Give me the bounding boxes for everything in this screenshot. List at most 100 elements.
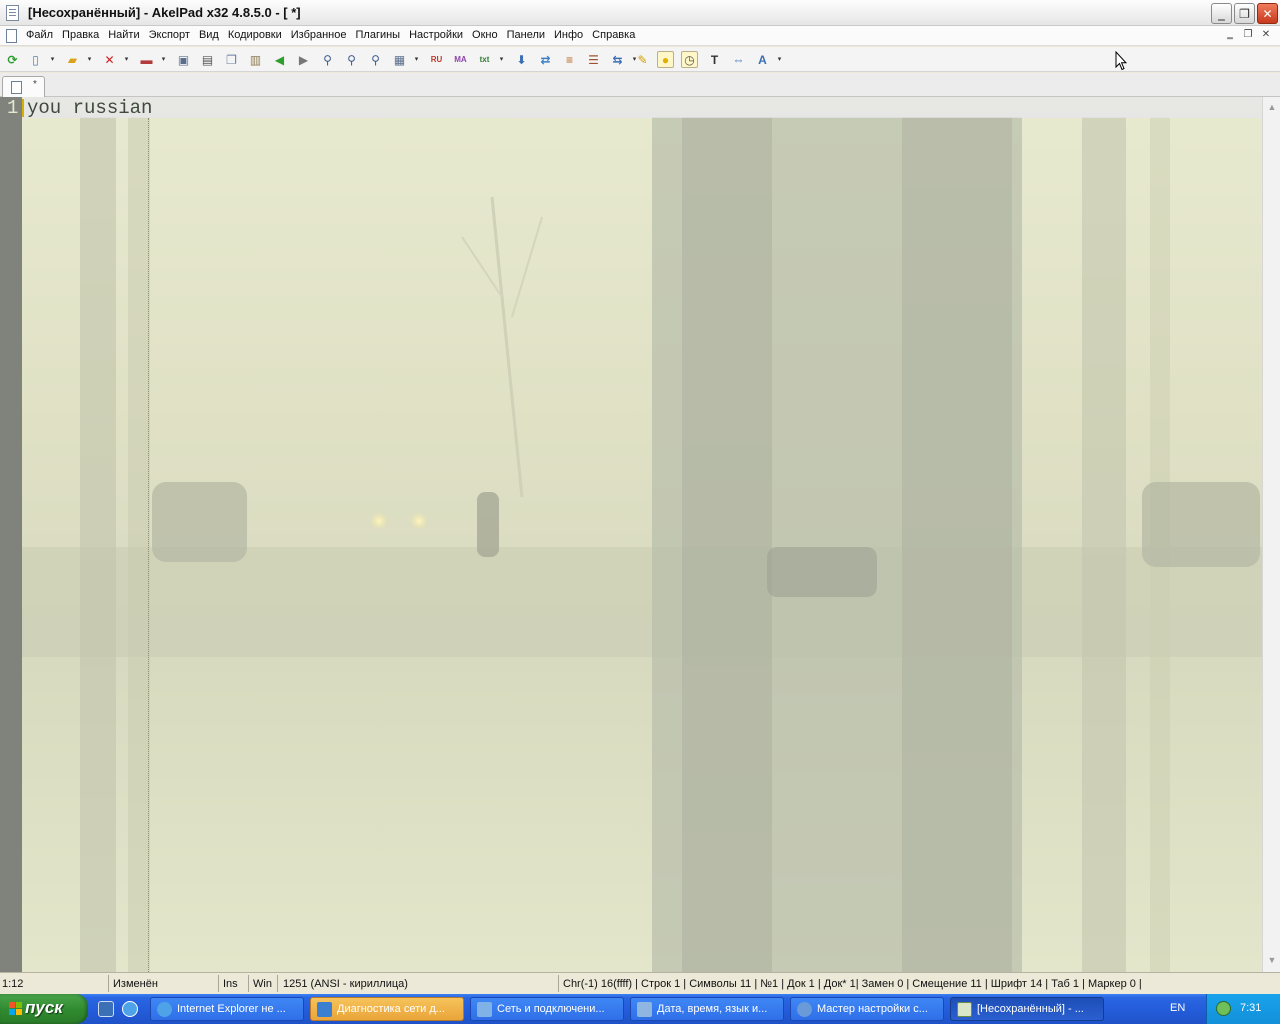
taskbar-item-akelpad[interactable]: [Несохранённый] - ... bbox=[950, 997, 1104, 1021]
menu-encodings[interactable]: Кодировки bbox=[226, 26, 289, 46]
convert-icon[interactable]: ⇄ bbox=[537, 51, 554, 68]
language-indicator[interactable]: EN bbox=[1170, 1002, 1185, 1014]
scroll-up-icon[interactable]: ▲ bbox=[1265, 99, 1279, 115]
document-system-menu-icon[interactable] bbox=[6, 29, 17, 43]
text-caret bbox=[22, 99, 24, 117]
control-panel-icon bbox=[637, 1002, 652, 1017]
package-icon[interactable]: ▬ bbox=[138, 51, 155, 68]
menu-favorites[interactable]: Избранное bbox=[289, 26, 354, 46]
new-file-icon[interactable]: ▯ bbox=[27, 51, 44, 68]
open-folder-icon[interactable]: ▰ bbox=[64, 51, 81, 68]
document-tab-label: * bbox=[33, 79, 37, 90]
font-icon[interactable]: A bbox=[754, 51, 771, 68]
document-tab-bar: * bbox=[0, 73, 1280, 97]
stack-icon[interactable]: ☰ bbox=[585, 51, 602, 68]
menu-info[interactable]: Инфо bbox=[552, 26, 590, 46]
text-icon[interactable]: T bbox=[706, 51, 723, 68]
current-line-highlight bbox=[22, 97, 1262, 118]
minimize-button[interactable]: ‗ bbox=[1211, 3, 1232, 24]
delete-dropdown-icon[interactable]: ▾ bbox=[123, 51, 130, 68]
menu-help[interactable]: Справка bbox=[590, 26, 642, 46]
status-separator bbox=[558, 975, 559, 992]
window-title: [Несохранённый] - AkelPad x32 4.8.5.0 - … bbox=[28, 5, 301, 20]
download-icon[interactable]: ⬇ bbox=[513, 51, 530, 68]
taskbar-item-date-time[interactable]: Дата, время, язык и... bbox=[630, 997, 784, 1021]
clock-icon[interactable]: ◷ bbox=[681, 51, 698, 68]
taskbar-item-ie[interactable]: Internet Explorer не ... bbox=[150, 997, 304, 1021]
bulb-icon[interactable]: ● bbox=[657, 51, 674, 68]
format-icon[interactable]: txt bbox=[476, 51, 493, 68]
vertical-scrollbar[interactable]: ▲ ▼ bbox=[1262, 97, 1280, 972]
replace-regex-icon[interactable]: ⚲ bbox=[367, 51, 384, 68]
new-file-dropdown-icon[interactable]: ▾ bbox=[49, 51, 56, 68]
menu-window[interactable]: Окно bbox=[470, 26, 505, 46]
start-button[interactable]: пуск bbox=[0, 994, 88, 1024]
windows-taskbar: пуск Internet Explorer не ... Диагностик… bbox=[0, 994, 1280, 1024]
menu-file[interactable]: Файл bbox=[24, 26, 60, 46]
clock[interactable]: 7:31 bbox=[1240, 1002, 1261, 1014]
status-encoding[interactable]: 1251 (ANSI - кириллица) bbox=[283, 978, 408, 990]
window-split-dropdown-icon[interactable]: ▾ bbox=[413, 51, 420, 68]
taskbar-item-network-connections[interactable]: Сеть и подключени... bbox=[470, 997, 624, 1021]
window-split-icon[interactable]: ▦ bbox=[391, 51, 408, 68]
scroll-down-icon[interactable]: ▼ bbox=[1265, 952, 1279, 968]
windows-flag-icon bbox=[9, 1002, 23, 1016]
text-editor-area[interactable]: you russian bbox=[22, 97, 1262, 972]
package-dropdown-icon[interactable]: ▾ bbox=[160, 51, 167, 68]
status-info: Chr(-1) 16(ffff) | Строк 1 | Символы 11 … bbox=[563, 978, 1142, 990]
print-icon[interactable]: ▤ bbox=[199, 51, 216, 68]
network-connections-icon bbox=[477, 1002, 492, 1017]
menu-export[interactable]: Экспорт bbox=[147, 26, 197, 46]
ie-quicklaunch-icon[interactable] bbox=[122, 1001, 138, 1017]
resize-icon[interactable]: ⇔ bbox=[730, 51, 747, 68]
menu-settings[interactable]: Настройки bbox=[407, 26, 470, 46]
mdi-minimize-button[interactable]: ‗ bbox=[1224, 29, 1236, 41]
menu-view[interactable]: Вид bbox=[197, 26, 226, 46]
refresh-icon[interactable]: ⟳ bbox=[4, 51, 21, 68]
menu-plugins[interactable]: Плагины bbox=[354, 26, 408, 46]
document-tab-icon bbox=[11, 81, 22, 94]
taskbar-item-wizard[interactable]: Мастер настройки с... bbox=[790, 997, 944, 1021]
pencil-icon[interactable]: ✎ bbox=[634, 51, 651, 68]
settings-window-icon[interactable]: ▣ bbox=[175, 51, 192, 68]
menu-find[interactable]: Найти bbox=[106, 26, 146, 46]
case-icon[interactable]: MA bbox=[452, 51, 469, 68]
swap-icon[interactable]: ⇆ bbox=[609, 51, 626, 68]
mdi-close-button[interactable]: ✕ bbox=[1260, 29, 1272, 41]
paste-icon[interactable]: ▥ bbox=[247, 51, 264, 68]
taskbar-item-network-diagnostics[interactable]: Диагностика сети д... bbox=[310, 997, 464, 1021]
forward-arrow-icon[interactable]: ▶ bbox=[295, 51, 312, 68]
title-bar[interactable]: [Несохранённый] - AkelPad x32 4.8.5.0 - … bbox=[0, 0, 1280, 26]
sort-icon[interactable]: ≡ bbox=[561, 51, 578, 68]
foggy-street-background-image bbox=[22, 97, 1262, 972]
document-tab[interactable]: * bbox=[2, 76, 45, 97]
editor-text-line[interactable]: you russian bbox=[27, 97, 152, 119]
font-dropdown-icon[interactable]: ▾ bbox=[776, 51, 783, 68]
restore-button[interactable]: ❐ bbox=[1234, 3, 1255, 24]
status-insert-mode[interactable]: Ins bbox=[223, 978, 238, 990]
format-dropdown-icon[interactable]: ▾ bbox=[498, 51, 505, 68]
show-desktop-icon[interactable] bbox=[98, 1001, 114, 1017]
status-newline[interactable]: Win bbox=[253, 978, 272, 990]
akelpad-app-icon[interactable] bbox=[6, 5, 19, 21]
taskbar-item-label: Мастер настройки с... bbox=[817, 1003, 928, 1015]
menu-panels[interactable]: Панели bbox=[505, 26, 552, 46]
copy-icon[interactable]: ❐ bbox=[223, 51, 240, 68]
find-next-icon[interactable]: ⚲ bbox=[343, 51, 360, 68]
line-number: 1 bbox=[7, 97, 19, 119]
close-button[interactable]: ✕ bbox=[1257, 3, 1278, 24]
taskbar-item-label: Дата, время, язык и... bbox=[657, 1003, 768, 1015]
delete-icon[interactable]: ✕ bbox=[101, 51, 118, 68]
menu-edit[interactable]: Правка bbox=[60, 26, 106, 46]
find-icon[interactable]: ⚲ bbox=[319, 51, 336, 68]
network-tray-icon[interactable] bbox=[1216, 1001, 1231, 1016]
status-separator bbox=[277, 975, 278, 992]
mdi-restore-button[interactable]: ❐ bbox=[1242, 29, 1254, 41]
status-separator bbox=[108, 975, 109, 992]
translit-icon[interactable]: RU bbox=[428, 51, 445, 68]
open-folder-dropdown-icon[interactable]: ▾ bbox=[86, 51, 93, 68]
back-arrow-icon[interactable]: ◀ bbox=[271, 51, 288, 68]
network-diagnostics-icon bbox=[317, 1002, 332, 1017]
toolbar: ⟳ ▯ ▾ ▰ ▾ ✕ ▾ ▬ ▾ ▣ ▤ ❐ ▥ ◀ ▶ ⚲ ⚲ ⚲ ▦ ▾ … bbox=[0, 47, 1280, 72]
margin-guide-line bbox=[148, 118, 149, 972]
